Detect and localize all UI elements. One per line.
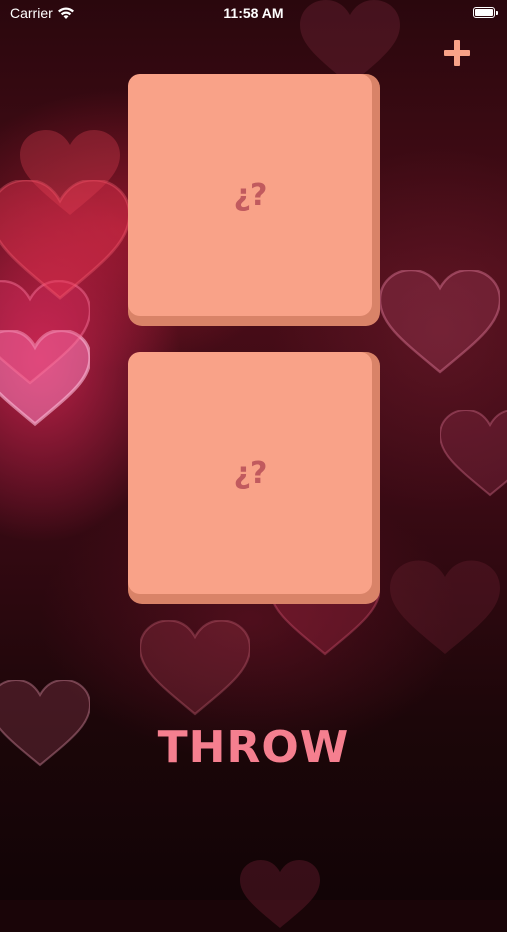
heart-decoration bbox=[380, 270, 500, 374]
throw-button[interactable]: THROW bbox=[0, 718, 507, 778]
status-time: 11:58 AM bbox=[223, 5, 284, 21]
die-face-label: ¿? bbox=[233, 455, 268, 491]
heart-decoration bbox=[440, 410, 507, 497]
heart-decoration bbox=[20, 130, 120, 215]
battery-icon bbox=[473, 7, 498, 18]
die-face: ¿? bbox=[128, 74, 372, 316]
heart-decoration bbox=[0, 280, 90, 385]
heart-decoration bbox=[0, 330, 90, 427]
heart-decoration bbox=[390, 560, 500, 654]
heart-decoration bbox=[140, 620, 250, 716]
die-face-label: ¿? bbox=[233, 177, 268, 213]
status-bar: Carrier 11:58 AM bbox=[0, 0, 507, 28]
die-bottom[interactable]: ¿? bbox=[128, 352, 380, 604]
plus-icon bbox=[444, 40, 470, 66]
heart-decoration bbox=[240, 860, 320, 928]
add-button[interactable] bbox=[440, 36, 474, 70]
die-top[interactable]: ¿? bbox=[128, 74, 380, 326]
die-face: ¿? bbox=[128, 352, 372, 594]
heart-decoration bbox=[0, 180, 130, 300]
